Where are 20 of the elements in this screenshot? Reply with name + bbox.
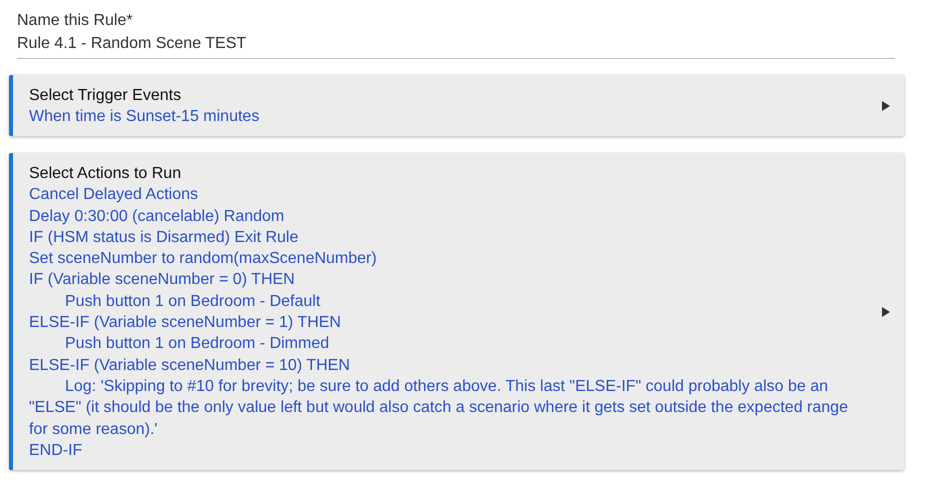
action-line: IF (Variable sceneNumber = 0) THEN	[29, 270, 296, 290]
action-line: Cancel Delayed Actions	[29, 185, 199, 206]
action-line: Set sceneNumber to random(maxSceneNumber)	[29, 249, 378, 270]
field-label: Name this Rule*	[17, 11, 134, 31]
action-line: END-IF	[29, 440, 84, 461]
action-line: IF (HSM status is Disarmed) Exit Rule	[29, 228, 300, 248]
rule-name-field[interactable]: Rule 4.1 - Random Scene TEST	[17, 35, 895, 59]
action-line: Push button 1 on Bedroom - Dimmed	[64, 334, 330, 354]
section-title: Select Actions to Run	[29, 164, 182, 184]
caret-icon[interactable]	[882, 101, 890, 112]
section-panel[interactable]	[9, 153, 904, 470]
action-line: Log: 'Skipping to #10 for brevity; be sure to add others above. This last "ELSE-IF" could probably also be an "ELSE" (it should be the only value left but would also catch a scenario where it gets set outside the expected range for some reason).'	[29, 376, 849, 440]
action-line: Push button 1 on Bedroom - Default	[64, 292, 322, 312]
action-line: When time is Sunset-15 minutes	[29, 107, 260, 127]
section-panel[interactable]: Select Trigger Events When time is Sunset-15 minutes	[9, 75, 904, 136]
action-line: ELSE-IF (Variable sceneNumber = 1) THEN	[29, 313, 342, 334]
action-line: Delay 0:30:00 (cancelable) Random	[29, 206, 286, 227]
caret-icon[interactable]	[882, 307, 890, 318]
action-line: ELSE-IF (Variable sceneNumber = 10) THEN	[29, 356, 351, 376]
section-title: Select Trigger Events	[29, 86, 182, 106]
